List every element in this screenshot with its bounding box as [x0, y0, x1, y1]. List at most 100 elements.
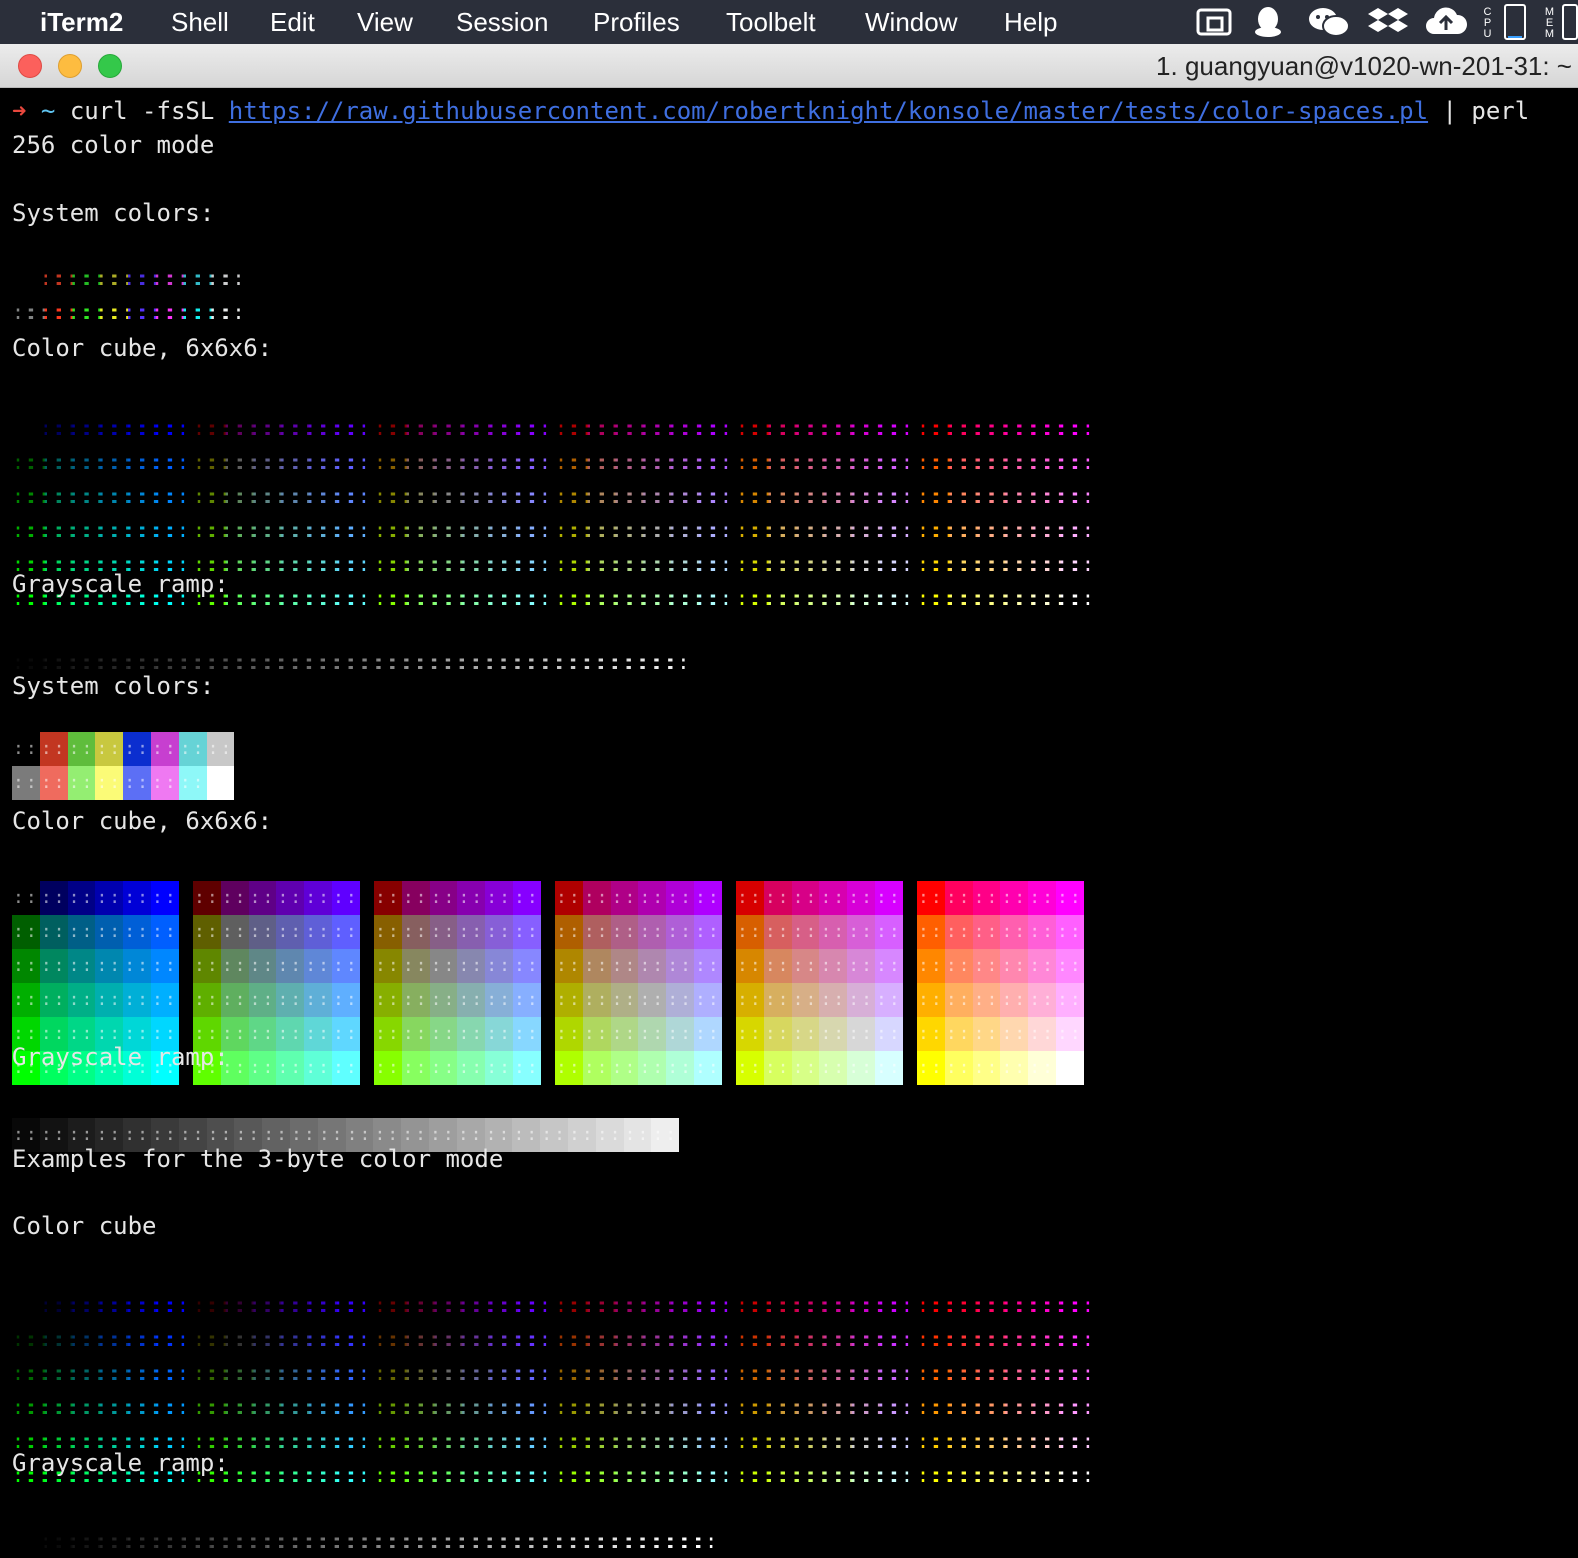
cube-color-dot: :: [944, 552, 969, 576]
cube-color-dot: :: [513, 1463, 538, 1487]
cube-color-dot: :: [345, 450, 370, 474]
menu-shell[interactable]: Shell [171, 4, 229, 40]
cube-color-dot: :: [39, 1395, 64, 1419]
cube-color-dot: :: [624, 450, 649, 474]
cube-color-dot: :: [819, 1463, 844, 1487]
menu-toolbelt[interactable]: Toolbelt [726, 4, 816, 40]
qq-penguin-icon[interactable] [1250, 4, 1286, 40]
cube-color-dot: :: [457, 484, 482, 508]
cube-color-dot: :: [624, 1463, 649, 1487]
cube-color-cell: :: [332, 881, 360, 915]
cube-color-cell: :: [429, 915, 458, 949]
cube-color-dot: :: [304, 450, 329, 474]
system-color-dot: :: [206, 300, 231, 324]
cube-color-dot: :: [345, 1327, 370, 1351]
cube-color-dot: :: [888, 1395, 913, 1419]
cube-color-dot: :: [749, 1361, 774, 1385]
cube-color-dot: :: [499, 518, 524, 542]
cube-color-dot: :: [387, 586, 412, 610]
menu-session[interactable]: Session [456, 4, 549, 40]
cube-color-dot: :: [1042, 1327, 1067, 1351]
cube-color-dot: :: [805, 1293, 830, 1317]
menu-profiles[interactable]: Profiles [593, 4, 680, 40]
grayscale-dot: :: [484, 650, 509, 674]
cube-color-dot: :: [582, 1395, 607, 1419]
cloud-upload-icon[interactable] [1424, 4, 1468, 40]
cpu-meter-icon[interactable]: CPU [1480, 6, 1494, 42]
cube-color-cell: :: [332, 1051, 360, 1085]
cube-color-dot: :: [666, 484, 691, 508]
cube-color-dot: :: [471, 552, 496, 576]
cube-color-dot: :: [332, 450, 357, 474]
cube-color-dot: :: [318, 1361, 343, 1385]
dropbox-icon[interactable] [1368, 4, 1408, 40]
menu-view[interactable]: View [357, 4, 413, 40]
screen-mirror-icon[interactable] [1194, 4, 1234, 40]
cube-color-cell: :: [819, 915, 848, 949]
cube-color-cell: :: [736, 1017, 764, 1051]
cube-color-dot: :: [555, 1293, 580, 1317]
cube-color-dot: :: [374, 1361, 399, 1385]
menu-help[interactable]: Help [1004, 4, 1057, 40]
cube-color-cell: :: [555, 915, 583, 949]
cube-color-cell: :: [276, 915, 305, 949]
cube-color-cell: :: [791, 1017, 820, 1051]
grayscale-dot: :: [470, 1529, 495, 1553]
cube-color-dot: :: [401, 416, 426, 440]
cube-color-dot: :: [471, 1429, 496, 1453]
cpu-bar-icon [1504, 4, 1526, 40]
cube-color-cell: :: [944, 983, 973, 1017]
cube-color-dot: :: [429, 450, 454, 474]
cube-color-dot: :: [791, 1327, 816, 1351]
memory-meter-icon[interactable]: MEM [1542, 6, 1556, 42]
zoom-button[interactable] [98, 54, 122, 78]
cube-color-dot: :: [81, 1361, 106, 1385]
cube-color-dot: :: [707, 484, 732, 508]
cube-color-cell: :: [304, 1017, 332, 1051]
cube-color-dot: :: [332, 1395, 357, 1419]
system-color-cell: :: [12, 766, 40, 800]
cube-color-dot: :: [917, 416, 942, 440]
system-color-dot: :: [164, 266, 189, 290]
grayscale-dot: :: [220, 1529, 245, 1553]
cube-color-dot: :: [109, 1395, 134, 1419]
menu-window[interactable]: Window [865, 4, 957, 40]
cube-color-dot: :: [777, 416, 802, 440]
wechat-icon[interactable] [1306, 4, 1352, 40]
cube-color-cell: :: [151, 983, 179, 1017]
cube-color-dot: :: [680, 1327, 705, 1351]
system-colors-heading-2: System colors: [12, 672, 215, 700]
cube-color-dot: :: [847, 484, 872, 508]
menu-app-iterm2[interactable]: iTerm2 [40, 4, 123, 40]
terminal-output[interactable]: ➜ ~ curl -fsSL https://raw.githubusercon… [0, 88, 1578, 1558]
minimize-button[interactable] [58, 54, 82, 78]
cube-color-dot: :: [374, 552, 399, 576]
window-titlebar[interactable]: 1. guangyuan@v1020-wn-201-31: ~ [0, 44, 1578, 88]
cube-color-dot: :: [847, 1395, 872, 1419]
cube-color-dot: :: [861, 484, 886, 508]
grayscale-dot: :: [262, 1529, 287, 1553]
cube-color-dot: :: [499, 1463, 524, 1487]
cube-color-dot: :: [206, 1361, 231, 1385]
grayscale-cell: :: [623, 1118, 652, 1152]
cube-color-dot: :: [694, 518, 719, 542]
cube-color-cell: :: [332, 983, 360, 1017]
cube-color-dot: :: [471, 1327, 496, 1351]
cube-color-cell: :: [582, 983, 611, 1017]
cube-color-cell: :: [791, 915, 820, 949]
script-url-link[interactable]: https://raw.githubusercontent.com/robert… [229, 97, 1428, 125]
cube-color-dot: :: [666, 1293, 691, 1317]
cube-color-dot: :: [304, 518, 329, 542]
cube-color-dot: :: [193, 416, 218, 440]
close-button[interactable] [18, 54, 42, 78]
cube-color-dot: :: [805, 552, 830, 576]
grayscale-dot: :: [526, 1529, 551, 1553]
cube-color-dot: :: [387, 416, 412, 440]
cube-color-dot: :: [290, 552, 315, 576]
cube-color-cell: :: [666, 881, 694, 915]
system-color-cell: :: [206, 766, 235, 800]
menu-edit[interactable]: Edit [270, 4, 315, 40]
grayscale-dot: :: [192, 1529, 217, 1553]
system-color-cell: :: [67, 766, 96, 800]
cube-color-cell: :: [485, 1051, 513, 1085]
